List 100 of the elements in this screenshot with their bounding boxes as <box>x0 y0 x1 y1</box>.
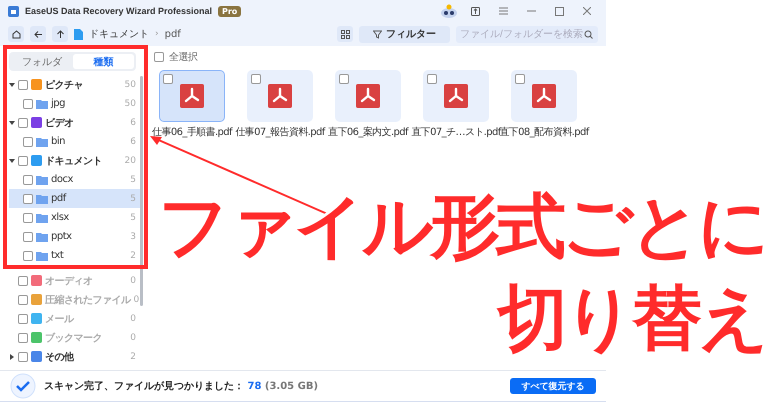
tree-label: ブックマーク <box>45 332 103 344</box>
file-name: 直下06_案内文.pdf <box>328 126 408 139</box>
filter-icon <box>373 30 382 38</box>
tree-item[interactable]: ピクチャ 50 <box>9 75 140 94</box>
checkbox[interactable] <box>515 74 525 84</box>
tree-label: bin <box>51 136 66 147</box>
tree-label: xlsx <box>51 212 70 223</box>
close-icon <box>583 7 591 15</box>
pdf-file-icon <box>532 84 556 108</box>
menu-icon <box>498 7 508 15</box>
tree-label: docx <box>51 174 74 185</box>
back-arrow-icon <box>34 30 42 38</box>
tree-item[interactable]: bin 6 <box>9 132 140 151</box>
folder-icon <box>36 212 48 222</box>
item-count: 5 <box>130 194 136 204</box>
mascot-icon[interactable] <box>440 4 458 18</box>
folder-icon <box>36 250 48 260</box>
tree-item[interactable]: xlsx 5 <box>9 208 140 227</box>
tree-item[interactable]: ビデオ 6 <box>9 113 140 132</box>
tree-label: オーディオ <box>45 274 94 288</box>
item-count: 2 <box>130 352 136 362</box>
caption-text: ファイル形式ごとに <box>158 184 766 269</box>
back-button[interactable] <box>30 26 46 42</box>
recover-all-button[interactable]: すべて復元する <box>510 378 596 394</box>
home-button[interactable] <box>8 26 24 42</box>
folder-icon <box>36 174 48 184</box>
maximize-icon <box>554 6 564 16</box>
checkbox[interactable] <box>23 98 33 108</box>
item-count: 50 <box>124 80 136 90</box>
checkbox[interactable] <box>23 212 33 222</box>
file-tile[interactable] <box>511 70 577 122</box>
tree-item[interactable]: jpg 50 <box>9 94 140 113</box>
tree-label: txt <box>51 250 64 261</box>
document-icon <box>74 28 83 40</box>
search-field[interactable]: ファイル/フォルダーを検索 <box>456 26 598 42</box>
scrollbar[interactable] <box>140 76 143 306</box>
breadcrumb-item[interactable]: pdf <box>164 28 181 40</box>
item-count: 0 <box>134 294 140 304</box>
pdf-file-icon <box>180 84 204 108</box>
file-tile[interactable] <box>335 70 401 122</box>
checkbox[interactable] <box>18 156 28 166</box>
checkbox[interactable] <box>23 136 33 146</box>
tree-label: ドキュメント <box>45 154 103 168</box>
checkbox[interactable] <box>23 232 33 242</box>
item-count: 5 <box>130 174 136 184</box>
view-tab[interactable]: フォルダ <box>11 54 72 69</box>
checkbox[interactable] <box>154 52 164 62</box>
checkbox[interactable] <box>163 74 173 84</box>
checkbox[interactable] <box>23 174 33 184</box>
filter-button[interactable]: フィルター <box>359 26 450 42</box>
file-tile[interactable] <box>423 70 489 122</box>
checkbox[interactable] <box>23 194 33 204</box>
file-tile[interactable] <box>247 70 313 122</box>
item-count: 50 <box>124 98 136 108</box>
tree-label: その他 <box>45 350 75 364</box>
file-tile[interactable] <box>159 70 225 122</box>
tree-label: メール <box>45 312 75 326</box>
tree-item[interactable]: pdf 5 <box>9 189 140 208</box>
tree-item[interactable]: docx 5 <box>9 170 140 189</box>
tree-item[interactable]: ドキュメント 20 <box>9 151 140 170</box>
tree-label: 圧縮されたファイル <box>45 294 130 306</box>
tree-item[interactable]: pptx 3 <box>9 227 140 246</box>
caption-text: 切り替え <box>498 276 766 361</box>
checkbox[interactable] <box>251 74 261 84</box>
tree-label: pdf <box>51 193 68 204</box>
caret-down-icon[interactable] <box>9 82 15 88</box>
pdf-file-icon <box>444 84 468 108</box>
tree-label: ピクチャ <box>45 78 84 92</box>
checkbox[interactable] <box>23 250 33 260</box>
grid-view-button[interactable] <box>337 26 353 42</box>
caret-right-icon[interactable] <box>9 354 15 360</box>
tree-label: ビデオ <box>45 116 74 130</box>
checkbox[interactable] <box>427 74 437 84</box>
checkbox[interactable] <box>18 118 28 128</box>
breadcrumb-separator: › <box>155 29 159 39</box>
folder-icon <box>36 136 48 146</box>
search-icon <box>584 30 593 38</box>
breadcrumb-item[interactable]: ドキュメント <box>89 27 149 41</box>
check-circle-icon <box>10 373 36 399</box>
checkbox[interactable] <box>339 74 349 84</box>
pdf-file-icon <box>268 84 292 108</box>
view-tab[interactable]: 種類 <box>72 54 134 69</box>
caret-down-icon[interactable] <box>9 158 15 164</box>
item-count: 5 <box>130 212 136 222</box>
checkbox[interactable] <box>18 80 28 90</box>
caret-down-icon[interactable] <box>9 120 15 126</box>
up-button[interactable] <box>52 26 68 42</box>
up-arrow-icon <box>56 30 64 38</box>
tree-item[interactable]: その他 2 <box>9 347 140 366</box>
tree-item[interactable]: txt 2 <box>9 246 140 265</box>
tree-label: pptx <box>51 231 73 242</box>
grid-icon <box>340 30 350 38</box>
status-message: スキャン完了、ファイルが見つかりました： 78 (3.05 GB) <box>44 379 318 393</box>
file-name: 仕事07_報告資料.pdf <box>235 126 325 139</box>
checkbox[interactable] <box>18 352 28 362</box>
home-icon <box>12 30 20 38</box>
folder-icon <box>36 232 48 242</box>
select-all-label: 全選択 <box>169 51 198 64</box>
app-logo-icon <box>8 6 19 16</box>
minimize-icon <box>526 10 536 12</box>
